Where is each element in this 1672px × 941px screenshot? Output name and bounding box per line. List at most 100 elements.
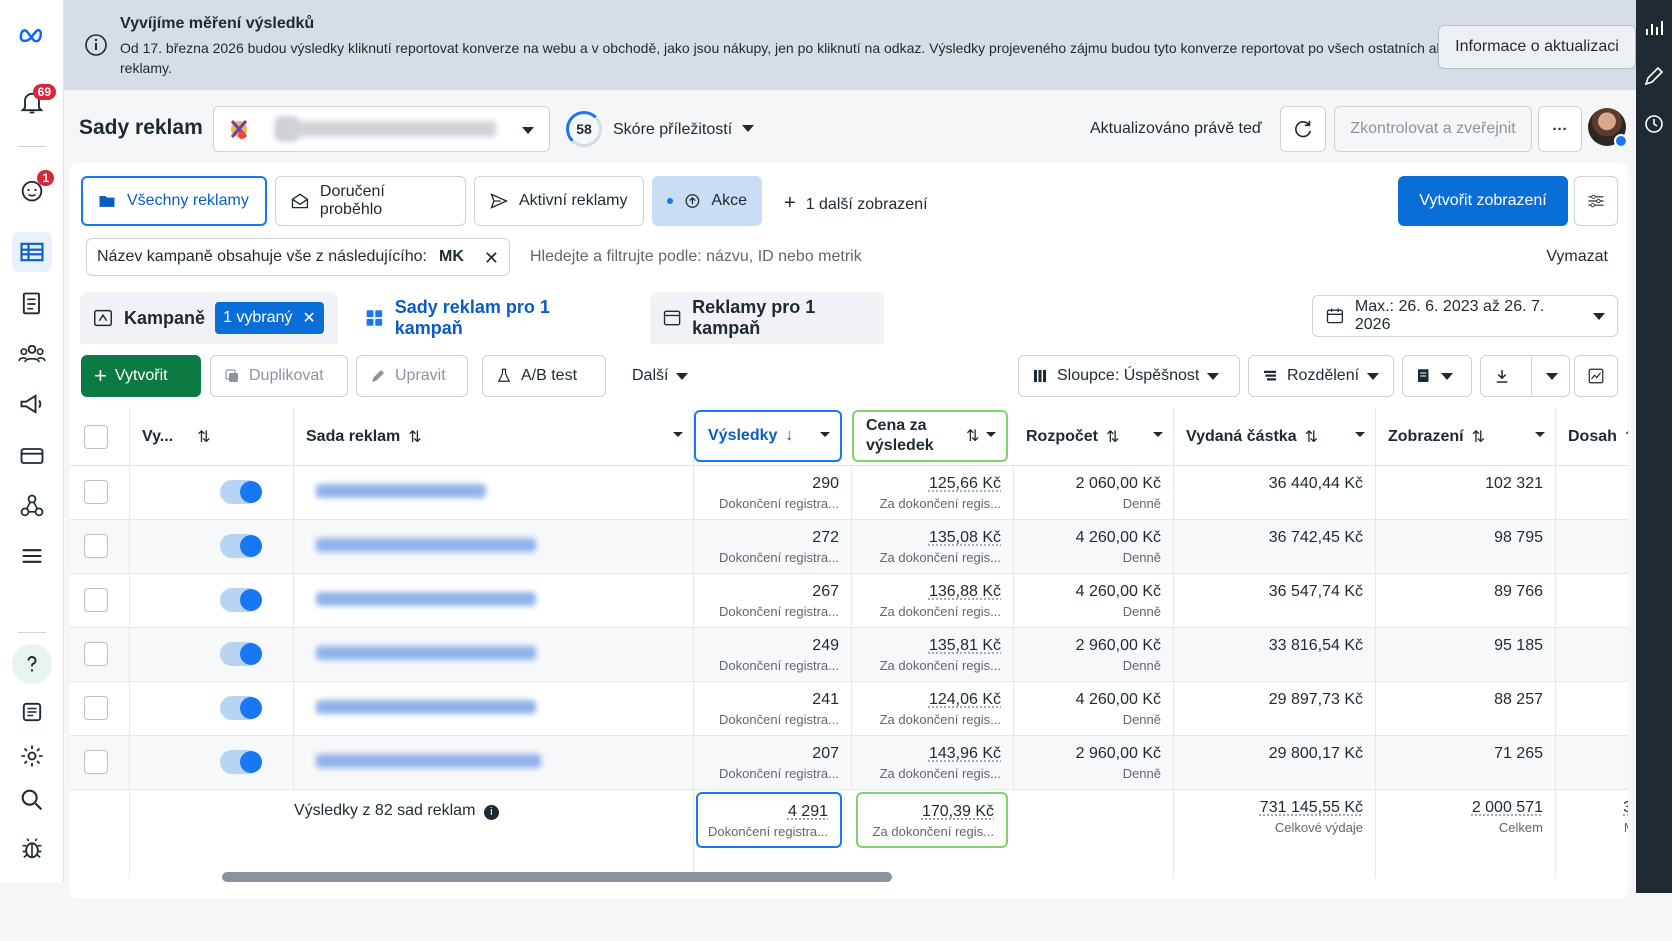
- horizontal-scrollbar[interactable]: [222, 872, 892, 882]
- sort-icon[interactable]: ⇅: [408, 427, 421, 447]
- table-row[interactable]: 267 Dokončení registra... 136,88 Kč Za doko…: [70, 574, 1628, 628]
- tab-campaigns[interactable]: Kampaně 1 vybraný ✕: [80, 292, 338, 344]
- notifications-bell-icon[interactable]: 69: [12, 82, 56, 122]
- adset-name-blurred[interactable]: [316, 538, 536, 552]
- row-checkbox[interactable]: [84, 588, 108, 612]
- info-icon[interactable]: i: [483, 805, 499, 820]
- opportunity-score-label[interactable]: Skóre příležitostí: [613, 121, 732, 139]
- adset-name-cell[interactable]: [294, 574, 694, 627]
- chevron-down-icon[interactable]: [1153, 432, 1163, 437]
- columns-dropdown[interactable]: Sloupce: Úspěšnost: [1018, 355, 1240, 397]
- row-checkbox[interactable]: [84, 534, 108, 558]
- campaign-name-filter-chip[interactable]: Název kampaně obsahuje vše z následující…: [86, 238, 510, 276]
- sort-icon[interactable]: ⇅: [1106, 427, 1119, 447]
- header-delivery[interactable]: Vy... ⇅: [130, 408, 294, 465]
- budget-cell[interactable]: 4 260,00 Kč Denně: [1014, 520, 1174, 573]
- adset-name-blurred[interactable]: [316, 754, 541, 768]
- export-button-group[interactable]: [1480, 355, 1570, 397]
- select-all-checkbox[interactable]: [84, 425, 108, 449]
- close-icon[interactable]: ✕: [302, 308, 315, 328]
- date-range-picker[interactable]: Max.: 26. 6. 2023 až 26. 7. 2026: [1312, 295, 1618, 337]
- help-question-icon[interactable]: [12, 644, 52, 684]
- table-row[interactable]: 272 Dokončení registra... 135,08 Kč Za doko…: [70, 520, 1628, 574]
- more-views-button[interactable]: +1 další zobrazení: [784, 192, 928, 215]
- charts-button[interactable]: [1574, 355, 1618, 397]
- sort-icon[interactable]: ⇅: [1472, 427, 1485, 447]
- opportunity-score-ring[interactable]: 58: [566, 111, 602, 147]
- megaphone-icon[interactable]: [12, 384, 52, 424]
- tab-ads[interactable]: Reklamy pro 1 kampaň: [650, 292, 884, 344]
- chevron-down-icon[interactable]: [986, 432, 996, 437]
- business-network-icon[interactable]: [12, 486, 52, 526]
- adset-name-blurred[interactable]: [316, 646, 536, 660]
- adset-name-cell[interactable]: [294, 628, 694, 681]
- row-checkbox[interactable]: [84, 696, 108, 720]
- adset-name-cell[interactable]: [294, 736, 694, 789]
- meta-logo-icon[interactable]: [12, 14, 52, 54]
- billing-card-icon[interactable]: [12, 436, 52, 476]
- chevron-down-icon[interactable]: [1546, 372, 1558, 380]
- chevron-down-icon[interactable]: [742, 125, 754, 132]
- chevron-down-icon[interactable]: [820, 432, 830, 437]
- adset-name-blurred[interactable]: [316, 484, 486, 498]
- header-reach[interactable]: Dosah ⇅: [1556, 408, 1628, 465]
- duplicate-button[interactable]: Duplikovat: [210, 355, 348, 397]
- header-results[interactable]: Výsledky ↓: [694, 410, 842, 462]
- sort-desc-icon[interactable]: ↓: [785, 427, 793, 445]
- chevron-down-icon[interactable]: [1355, 432, 1365, 437]
- delivery-toggle[interactable]: [220, 534, 262, 558]
- view-settings-button[interactable]: [1574, 176, 1618, 226]
- budget-cell[interactable]: 2 960,00 Kč Denně: [1014, 628, 1174, 681]
- edit-button[interactable]: Upravit: [356, 355, 468, 397]
- sort-icon[interactable]: ⇅: [1625, 427, 1628, 447]
- table-row[interactable]: 207 Dokončení registra... 143,96 Kč Za doko…: [70, 736, 1628, 790]
- menu-hamburger-icon[interactable]: [12, 536, 52, 576]
- settings-gear-icon[interactable]: [12, 736, 52, 776]
- table-row[interactable]: 241 Dokončení registra... 124,06 Kč Za doko…: [70, 682, 1628, 736]
- profile-avatar[interactable]: [1588, 108, 1628, 148]
- reports-dropdown[interactable]: [1402, 355, 1472, 397]
- reports-icon[interactable]: [12, 692, 52, 732]
- bug-report-icon[interactable]: [12, 828, 52, 868]
- chevron-down-icon[interactable]: [673, 432, 683, 437]
- search-icon[interactable]: [12, 780, 52, 820]
- edit-pencil-icon[interactable]: [1642, 64, 1666, 88]
- create-view-button[interactable]: Vytvořit zobrazení: [1398, 176, 1568, 226]
- clear-filters-button[interactable]: Vymazat: [1546, 248, 1608, 266]
- delivery-toggle[interactable]: [220, 642, 262, 666]
- budget-cell[interactable]: 4 260,00 Kč Denně: [1014, 574, 1174, 627]
- close-icon[interactable]: ✕: [484, 248, 499, 269]
- sort-icon[interactable]: ⇅: [1305, 427, 1318, 447]
- adset-name-blurred[interactable]: [316, 700, 536, 714]
- table-row[interactable]: 249 Dokončení registra... 135,81 Kč Za doko…: [70, 628, 1628, 682]
- table-row[interactable]: 290 Dokončení registra... 125,66 Kč Za doko…: [70, 466, 1628, 520]
- adset-name-cell[interactable]: [294, 682, 694, 735]
- adset-name-cell[interactable]: [294, 520, 694, 573]
- budget-cell[interactable]: 4 260,00 Kč Denně: [1014, 682, 1174, 735]
- history-clock-icon[interactable]: [1642, 112, 1666, 136]
- ad-account-selector[interactable]: [213, 106, 550, 152]
- budget-cell[interactable]: 2 060,00 Kč Denně: [1014, 466, 1174, 519]
- header-budget[interactable]: Rozpočet ⇅: [1014, 408, 1174, 465]
- view-actions[interactable]: Akce: [652, 176, 762, 226]
- pages-icon[interactable]: [12, 284, 52, 324]
- tab-adsets[interactable]: Sady reklam pro 1 kampaň: [352, 292, 622, 344]
- delivery-toggle[interactable]: [220, 750, 262, 774]
- header-impressions[interactable]: Zobrazení ⇅: [1376, 408, 1556, 465]
- view-delivered[interactable]: Doručení proběhlo: [275, 176, 466, 226]
- more-options-button[interactable]: ···: [1538, 106, 1582, 152]
- delivery-toggle[interactable]: [220, 480, 262, 504]
- header-adset-name[interactable]: Sada reklam ⇅: [294, 408, 694, 465]
- adset-name-cell[interactable]: [294, 466, 694, 519]
- create-button[interactable]: + Vytvořit: [81, 355, 201, 397]
- refresh-button[interactable]: [1280, 106, 1326, 152]
- chart-bars-icon[interactable]: [1642, 16, 1666, 40]
- account-overview-icon[interactable]: 1: [12, 170, 54, 210]
- ab-test-button[interactable]: A/B test: [482, 355, 606, 397]
- download-icon[interactable]: [1493, 367, 1511, 385]
- audiences-icon[interactable]: [12, 334, 52, 374]
- review-publish-button[interactable]: Zkontrolovat a zveřejnit: [1334, 106, 1532, 152]
- sort-icon[interactable]: ⇅: [966, 426, 979, 446]
- update-info-button[interactable]: Informace o aktualizaci: [1438, 25, 1636, 69]
- adset-name-blurred[interactable]: [316, 592, 536, 606]
